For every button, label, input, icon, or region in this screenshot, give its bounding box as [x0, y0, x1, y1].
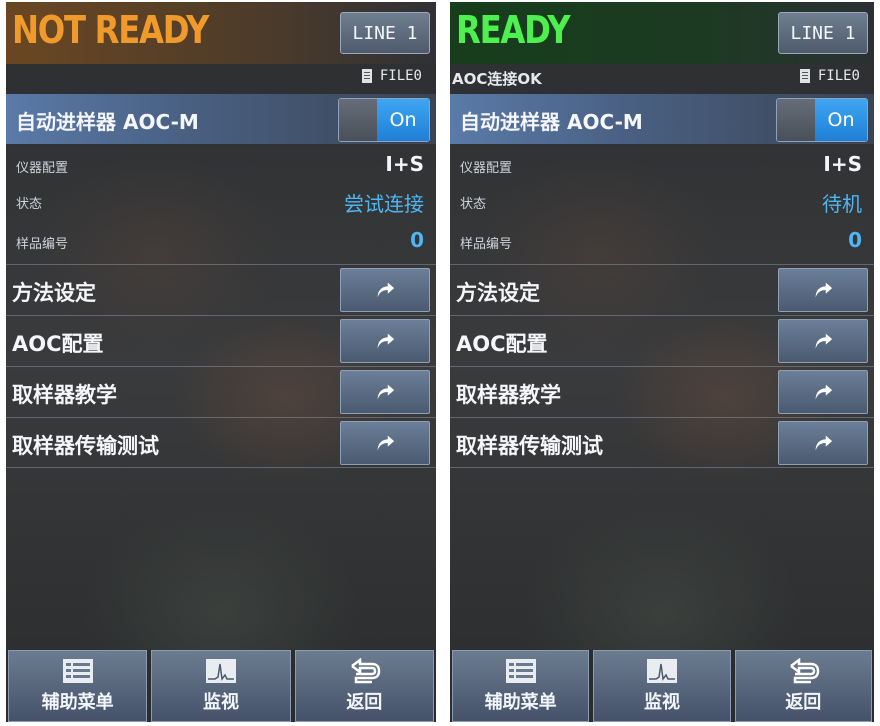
info-row-status: 状态 尝试连接	[6, 184, 436, 220]
file-icon	[361, 69, 372, 83]
file-icon	[799, 69, 810, 83]
arrow-icon	[377, 384, 395, 400]
divider	[6, 467, 436, 468]
file-label: FILE0	[379, 68, 422, 84]
info-label: 状态	[460, 197, 487, 212]
menu-label: AOC配置	[456, 332, 548, 356]
info-value: 待机	[822, 192, 862, 216]
menu-item-sampler-transfer-test[interactable]: 取样器传输测试	[450, 417, 874, 468]
line-button[interactable]: LINE 1	[778, 12, 868, 54]
menu-item-method-settings[interactable]: 方法设定	[6, 264, 436, 315]
menu-item-sampler-transfer-test[interactable]: 取样器传输测试	[6, 417, 436, 468]
info-row-config: 仪器配置 I+S	[450, 148, 874, 184]
autosampler-row: 自动进样器 AOC-M On	[6, 94, 436, 144]
bottom-bar: 辅助菜单 监视 返回	[6, 650, 436, 722]
bottom-bar: 辅助菜单 监视 返回	[450, 650, 874, 722]
arrow-button[interactable]	[778, 370, 868, 414]
aux-menu-button[interactable]: 辅助菜单	[452, 650, 590, 722]
arrow-button[interactable]	[340, 370, 430, 414]
arrow-button[interactable]	[340, 319, 430, 363]
autosampler-label: 自动进样器 AOC-M	[16, 110, 199, 134]
title-bar: READY LINE 1	[450, 2, 874, 64]
info-row-config: 仪器配置 I+S	[6, 148, 436, 184]
not-ready-panel: NOT READY LINE 1 FILE0 自动进样器 AOC-M On 仪器…	[6, 2, 436, 722]
button-label: 返回	[785, 692, 822, 713]
connection-message: AOC连接OK	[452, 70, 542, 88]
info-value: 0	[410, 228, 424, 252]
status-title: NOT READY	[12, 8, 209, 52]
monitor-button[interactable]: 监视	[151, 650, 291, 722]
button-label: 辅助菜单	[41, 692, 114, 713]
info-label: 状态	[16, 197, 43, 212]
toggle-off-segment[interactable]	[339, 99, 377, 141]
toggle-on-segment[interactable]: On	[815, 99, 867, 141]
menu-label: 取样器教学	[12, 383, 117, 407]
menu-item-aoc-config[interactable]: AOC配置	[6, 315, 436, 366]
divider	[450, 467, 874, 468]
arrow-button[interactable]	[778, 319, 868, 363]
sub-bar: AOC连接OK FILE0	[450, 64, 874, 92]
info-label: 仪器配置	[460, 161, 513, 176]
return-icon	[351, 658, 381, 684]
arrow-button[interactable]	[778, 268, 868, 312]
arrow-icon	[377, 282, 395, 298]
arrow-icon	[815, 333, 833, 349]
sub-bar: FILE0	[6, 64, 436, 92]
menu-label: 方法设定	[456, 281, 540, 305]
arrow-icon	[815, 435, 833, 451]
info-row-sample-number: 样品编号 0	[6, 224, 436, 260]
return-button[interactable]: 返回	[734, 650, 872, 722]
info-row-status: 状态 待机	[450, 184, 874, 220]
chromatogram-icon	[205, 659, 236, 683]
menu-label: 取样器教学	[456, 383, 561, 407]
info-label: 仪器配置	[16, 161, 69, 176]
autosampler-label: 自动进样器 AOC-M	[460, 110, 643, 134]
info-label: 样品编号	[460, 237, 513, 252]
menu-item-aoc-config[interactable]: AOC配置	[450, 315, 874, 366]
menu-label: 取样器传输测试	[456, 434, 603, 458]
arrow-icon	[377, 333, 395, 349]
line-button[interactable]: LINE 1	[340, 12, 430, 54]
menu-label: 方法设定	[12, 281, 96, 305]
list-icon	[505, 659, 536, 683]
list-icon	[62, 659, 93, 683]
chromatogram-icon	[646, 659, 677, 683]
menu-label: 取样器传输测试	[12, 434, 159, 458]
monitor-button[interactable]: 监视	[593, 650, 731, 722]
ready-panel: READY LINE 1 AOC连接OK FILE0 自动进样器 AOC-M O…	[450, 2, 874, 722]
toggle-off-segment[interactable]	[777, 99, 815, 141]
file-indicator: FILE0	[799, 68, 860, 84]
return-icon	[790, 658, 820, 684]
autosampler-toggle[interactable]: On	[338, 98, 430, 142]
status-title: READY	[456, 8, 571, 52]
info-value: 0	[848, 228, 862, 252]
info-value: I+S	[823, 152, 862, 176]
arrow-button[interactable]	[778, 421, 868, 465]
button-label: 辅助菜单	[484, 692, 557, 713]
arrow-button[interactable]	[340, 268, 430, 312]
autosampler-toggle[interactable]: On	[776, 98, 868, 142]
autosampler-row: 自动进样器 AOC-M On	[450, 94, 874, 144]
menu-item-sampler-teaching[interactable]: 取样器教学	[450, 366, 874, 417]
button-label: 监视	[202, 692, 239, 713]
button-label: 返回	[346, 692, 383, 713]
return-button[interactable]: 返回	[294, 650, 434, 722]
arrow-icon	[815, 282, 833, 298]
button-label: 监视	[643, 692, 680, 713]
info-value: 尝试连接	[344, 192, 424, 216]
menu-item-sampler-teaching[interactable]: 取样器教学	[6, 366, 436, 417]
arrow-icon	[815, 384, 833, 400]
menu-label: AOC配置	[12, 332, 104, 356]
file-label: FILE0	[817, 68, 860, 84]
info-row-sample-number: 样品编号 0	[450, 224, 874, 260]
arrow-button[interactable]	[340, 421, 430, 465]
info-label: 样品编号	[16, 237, 69, 252]
toggle-on-segment[interactable]: On	[377, 99, 429, 141]
aux-menu-button[interactable]: 辅助菜单	[8, 650, 148, 722]
menu-item-method-settings[interactable]: 方法设定	[450, 264, 874, 315]
info-value: I+S	[385, 152, 424, 176]
title-bar: NOT READY LINE 1	[6, 2, 436, 64]
arrow-icon	[377, 435, 395, 451]
file-indicator: FILE0	[361, 68, 422, 84]
